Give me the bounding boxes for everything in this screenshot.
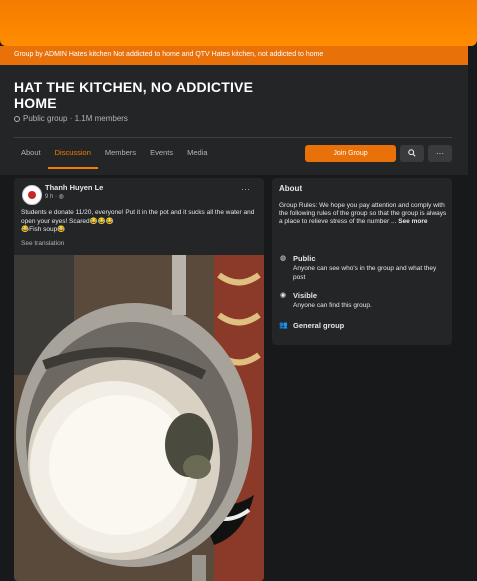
- about-title: About: [279, 184, 303, 193]
- globe-icon: ◍: [279, 255, 287, 262]
- search-button[interactable]: [400, 145, 424, 162]
- search-icon: [408, 149, 416, 157]
- page-title: HAT THE KITCHEN, NO ADDICTIVE HOME: [14, 79, 254, 111]
- avatar[interactable]: [22, 185, 42, 205]
- post-more-icon[interactable]: ···: [241, 184, 250, 194]
- globe-icon: ◍: [58, 194, 64, 200]
- post-card: Thanh Huyen Le 9 h · ◍ ··· Students e do…: [14, 178, 264, 581]
- post-text-line: Students e donate 11/20, everyone! Put i…: [21, 209, 255, 225]
- tab-members[interactable]: Members: [98, 143, 143, 169]
- post-text: Students e donate 11/20, everyone! Put i…: [21, 209, 259, 235]
- about-card: About Group Rules: We hope you pay atten…: [272, 178, 452, 345]
- group-header: HAT THE KITCHEN, NO ADDICTIVE HOME Publi…: [0, 65, 468, 175]
- more-icon: ···: [436, 149, 444, 158]
- cover-banner: Group by ADMIN Hates kitchen Not addicte…: [0, 46, 468, 65]
- group-meta-text[interactable]: Public group · 1.1M members: [23, 114, 128, 123]
- group-icon: 👥: [279, 322, 288, 329]
- tab-discussion[interactable]: Discussion: [47, 143, 98, 169]
- tab-events[interactable]: Events: [143, 143, 180, 169]
- public-desc: Anyone can see who's in the group and wh…: [293, 265, 437, 281]
- post-text-line: 😂Fish soup😂: [21, 226, 66, 233]
- visible-desc: Anyone can find this group.: [293, 302, 372, 309]
- group-tabs: About Discussion Members Events Media: [14, 143, 215, 169]
- see-translation-link[interactable]: See translation: [21, 240, 64, 247]
- tab-about[interactable]: About: [14, 143, 48, 169]
- tab-media[interactable]: Media: [180, 143, 214, 169]
- visible-title: Visible: [293, 291, 318, 300]
- eye-icon: ◉: [279, 292, 287, 299]
- see-more-link[interactable]: See more: [398, 218, 427, 225]
- globe-icon: [14, 115, 20, 122]
- divider: [14, 137, 452, 138]
- post-time-text: 9 h ·: [45, 194, 59, 200]
- public-title: Public: [293, 254, 316, 263]
- more-button[interactable]: ···: [428, 145, 452, 162]
- post-photo[interactable]: [14, 255, 264, 581]
- group-meta: Public group · 1.1M members: [14, 114, 128, 123]
- post-author[interactable]: Thanh Huyen Le: [45, 183, 103, 192]
- general-group-title: General group: [293, 321, 345, 330]
- group-rules: Group Rules: We hope you pay attention a…: [279, 202, 447, 226]
- cover-photo: [0, 0, 477, 46]
- join-group-button[interactable]: Join Group: [305, 145, 396, 162]
- post-time[interactable]: 9 h · ◍: [45, 193, 64, 200]
